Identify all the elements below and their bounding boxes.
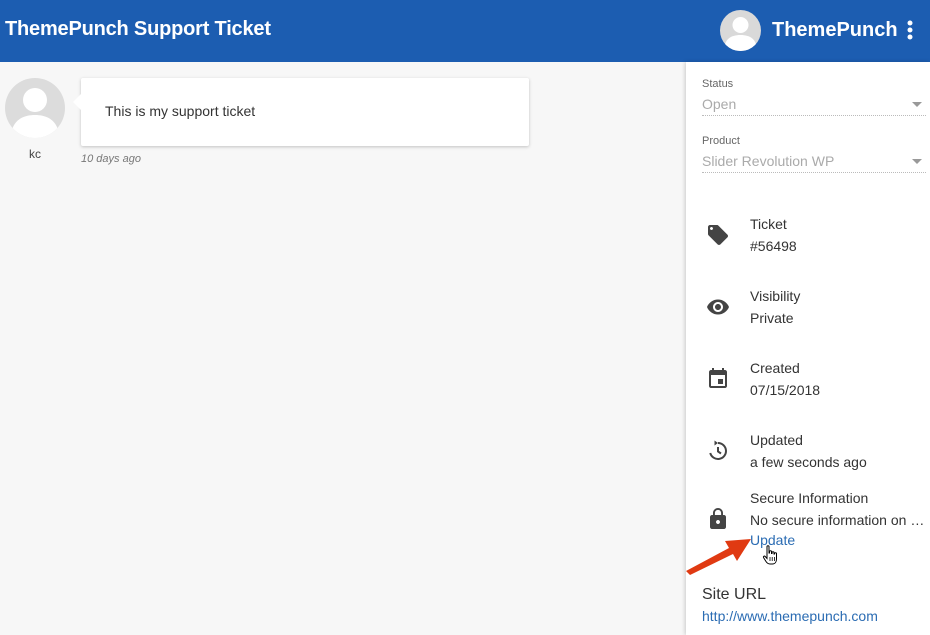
avatar[interactable] (720, 10, 761, 51)
app-header: ThemePunch Support Ticket ThemePunch (0, 0, 930, 62)
message-author-name: kc (29, 147, 41, 161)
user-silhouette-icon (11, 88, 59, 138)
site-url-link[interactable]: http://www.themepunch.com (702, 608, 878, 624)
secure-info-title: Secure Information (750, 490, 869, 506)
updated-time: a few seconds ago (750, 454, 867, 470)
user-silhouette-icon (724, 17, 757, 51)
eye-icon (706, 295, 730, 319)
history-icon (706, 439, 730, 463)
visibility-title: Visibility (750, 288, 801, 304)
product-value: Slider Revolution WP (702, 153, 835, 169)
site-url-title: Site URL (702, 586, 767, 603)
chevron-down-icon (912, 102, 922, 107)
created-date: 07/15/2018 (750, 382, 821, 398)
product-label: Product (702, 135, 740, 147)
status-value: Open (702, 96, 737, 112)
hand-cursor-icon (762, 544, 780, 566)
calendar-icon (706, 367, 730, 391)
ticket-title: Ticket (750, 216, 787, 232)
message-bubble: This is my support ticket (73, 78, 529, 146)
annotation-arrow-icon (683, 533, 755, 575)
message-text: This is my support ticket (105, 103, 256, 119)
message-timestamp: 10 days ago (81, 153, 141, 165)
ticket-number: #56498 (750, 238, 797, 254)
status-label: Status (702, 78, 734, 90)
secure-info-value: No secure information on this ticket (750, 512, 926, 528)
lock-icon (706, 507, 730, 531)
more-vertical-icon (907, 20, 913, 40)
user-name[interactable]: ThemePunch (772, 19, 898, 42)
chevron-down-icon (912, 159, 922, 164)
visibility-value: Private (750, 310, 794, 326)
product-select[interactable]: Slider Revolution WP (702, 149, 926, 173)
status-select[interactable]: Open (702, 92, 926, 116)
tag-icon (706, 223, 730, 247)
more-menu-button[interactable] (899, 17, 921, 45)
page-title: ThemePunch Support Ticket (5, 18, 271, 40)
created-title: Created (750, 360, 800, 376)
message-author-avatar (5, 78, 65, 138)
updated-title: Updated (750, 432, 803, 448)
